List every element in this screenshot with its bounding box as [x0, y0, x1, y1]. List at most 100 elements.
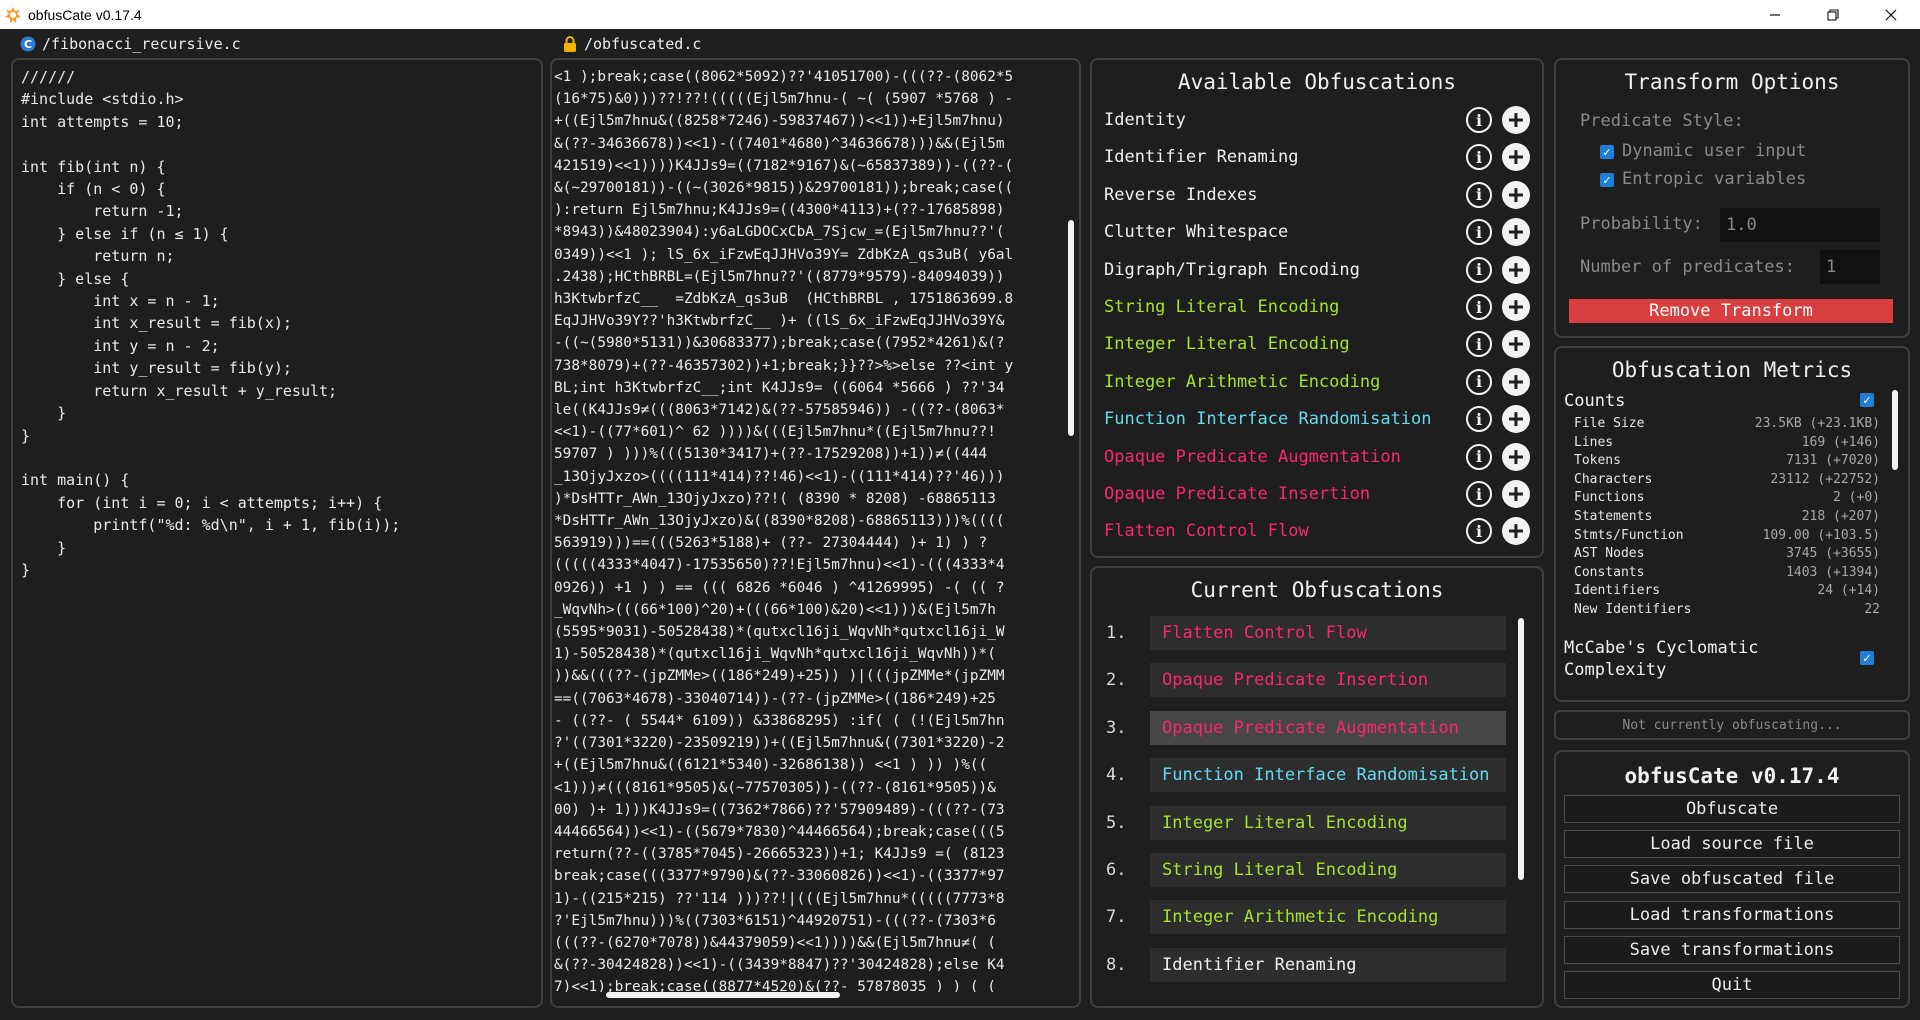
- info-icon[interactable]: i: [1466, 219, 1492, 246]
- lock-icon: [564, 36, 576, 52]
- info-icon[interactable]: i: [1466, 443, 1492, 470]
- available-obfuscation-item: Reverse Indexes i +: [1104, 180, 1530, 210]
- current-obfuscation-item[interactable]: 8. Identifier Renaming: [1106, 947, 1506, 982]
- obfuscate-logo-icon: [5, 6, 21, 23]
- metric-row: Statements 218 (+207): [1574, 509, 1880, 527]
- plus-icon[interactable]: +: [1502, 330, 1530, 359]
- current-vertical-scrollbar[interactable]: [1518, 618, 1524, 880]
- obfuscated-horizontal-scrollbar[interactable]: [606, 992, 840, 998]
- metric-name: Lines: [1574, 434, 1614, 450]
- plus-icon[interactable]: +: [1502, 480, 1530, 508]
- metric-value: 218 (+207): [1801, 509, 1880, 524]
- current-obfuscation-item[interactable]: 5. Integer Literal Encoding: [1106, 805, 1506, 840]
- current-obfuscation-label[interactable]: Integer Arithmetic Encoding: [1150, 900, 1506, 935]
- current-obfuscation-number: 4.: [1106, 765, 1127, 786]
- metric-value: 169 (+146): [1801, 434, 1880, 450]
- current-obfuscation-item[interactable]: 6. String Literal Encoding: [1106, 853, 1506, 887]
- info-icon[interactable]: i: [1466, 331, 1492, 358]
- plus-icon[interactable]: +: [1502, 180, 1530, 209]
- info-icon[interactable]: i: [1466, 107, 1492, 133]
- current-obfuscation-number: 3.: [1106, 717, 1127, 738]
- available-obfuscation-label: Clutter Whitespace: [1104, 222, 1289, 243]
- current-obfuscation-label[interactable]: Integer Literal Encoding: [1150, 805, 1506, 840]
- available-obfuscation-label: Identifier Renaming: [1104, 147, 1299, 168]
- save-transformations-button[interactable]: Save transformations: [1564, 935, 1900, 964]
- metric-value: 2 (+0): [1833, 490, 1880, 506]
- close-button[interactable]: [1862, 0, 1920, 29]
- c-file-icon: C: [20, 36, 36, 52]
- current-obfuscation-label[interactable]: Flatten Control Flow: [1150, 616, 1506, 650]
- load-transformations-button[interactable]: Load transformations: [1564, 900, 1900, 929]
- obfuscation-status: Not currently obfuscating...: [1554, 710, 1910, 740]
- metric-name: File Size: [1574, 416, 1645, 431]
- plus-icon[interactable]: +: [1502, 517, 1530, 546]
- obfuscate-button[interactable]: Obfuscate: [1564, 795, 1900, 823]
- source-code[interactable]: ////// #include <stdio.h> int attempts =…: [21, 66, 535, 1000]
- predicate-style-label: Predicate Style:: [1580, 111, 1744, 131]
- probability-label: Probability:: [1580, 214, 1703, 234]
- quit-button[interactable]: Quit: [1564, 971, 1900, 999]
- metric-row: Functions 2 (+0): [1574, 490, 1880, 508]
- plus-icon[interactable]: +: [1502, 218, 1530, 247]
- save-obfuscated-button[interactable]: Save obfuscated file: [1564, 865, 1900, 894]
- num-predicates-input[interactable]: 1: [1820, 250, 1880, 284]
- metrics-vertical-scrollbar[interactable]: [1892, 390, 1898, 470]
- metric-row: Lines 169 (+146): [1574, 435, 1880, 453]
- current-obfuscation-item[interactable]: 3. Opaque Predicate Augmentation: [1106, 710, 1506, 745]
- obfuscated-code[interactable]: <1 );break;case((8062*5092)??'41051700)-…: [554, 66, 1069, 992]
- entropic-variables-checkbox[interactable]: ✓: [1600, 173, 1614, 187]
- plus-icon[interactable]: +: [1502, 367, 1530, 396]
- current-obfuscation-number: 5.: [1106, 812, 1127, 833]
- info-icon[interactable]: i: [1466, 406, 1492, 433]
- mccabe-checkbox[interactable]: ✓: [1860, 651, 1874, 665]
- info-icon[interactable]: i: [1466, 256, 1492, 283]
- current-obfuscation-item[interactable]: 4. Function Interface Randomisation: [1106, 758, 1506, 793]
- info-icon[interactable]: i: [1466, 294, 1492, 320]
- plus-icon[interactable]: +: [1502, 442, 1530, 471]
- source-code-panel[interactable]: ////// #include <stdio.h> int attempts =…: [11, 58, 543, 1008]
- current-obfuscation-item[interactable]: 7. Integer Arithmetic Encoding: [1106, 900, 1506, 935]
- obfuscated-code-panel[interactable]: <1 );break;case((8062*5092)??'41051700)-…: [550, 58, 1081, 1008]
- current-obfuscation-label[interactable]: Identifier Renaming: [1150, 947, 1506, 982]
- info-icon[interactable]: i: [1466, 518, 1492, 545]
- minimize-button[interactable]: [1746, 0, 1804, 29]
- remove-transform-button[interactable]: Remove Transform: [1569, 299, 1893, 323]
- obfuscated-file-header: /obfuscated.c: [562, 33, 701, 55]
- metric-row: Stmts/Function 109.00 (+103.5): [1574, 528, 1880, 546]
- load-source-button[interactable]: Load source file: [1564, 830, 1900, 859]
- current-obfuscation-item[interactable]: 2. Opaque Predicate Insertion: [1106, 663, 1506, 698]
- obfuscated-vertical-scrollbar[interactable]: [1068, 220, 1074, 436]
- available-obfuscation-label: Function Interface Randomisation: [1104, 409, 1432, 430]
- metric-value: 24 (+14): [1817, 583, 1880, 599]
- metric-row: Constants 1403 (+1394): [1574, 565, 1880, 583]
- available-obfuscation-item: Function Interface Randomisation i +: [1104, 404, 1530, 434]
- current-obfuscation-number: 2.: [1106, 670, 1127, 691]
- probability-input[interactable]: 1.0: [1720, 208, 1880, 242]
- info-icon[interactable]: i: [1466, 144, 1492, 171]
- available-obfuscation-item: Opaque Predicate Augmentation i +: [1104, 442, 1530, 472]
- current-obfuscation-item[interactable]: 1. Flatten Control Flow: [1106, 616, 1506, 650]
- available-obfuscation-item: Flatten Control Flow i +: [1104, 516, 1530, 546]
- metric-value: 22: [1864, 602, 1880, 617]
- plus-icon[interactable]: +: [1502, 405, 1530, 434]
- available-obfuscation-label: Opaque Predicate Insertion: [1104, 484, 1371, 504]
- current-obfuscation-label[interactable]: Function Interface Randomisation: [1150, 758, 1506, 793]
- plus-icon[interactable]: +: [1502, 293, 1530, 321]
- dynamic-input-checkbox[interactable]: ✓: [1600, 145, 1614, 159]
- plus-icon[interactable]: +: [1502, 106, 1530, 134]
- metric-name: Constants: [1574, 564, 1645, 580]
- restore-button[interactable]: [1804, 0, 1862, 29]
- plus-icon[interactable]: +: [1502, 143, 1530, 172]
- info-icon[interactable]: i: [1466, 181, 1492, 208]
- counts-checkbox[interactable]: ✓: [1860, 393, 1874, 407]
- info-icon[interactable]: i: [1466, 481, 1492, 507]
- info-icon[interactable]: i: [1466, 368, 1492, 395]
- plus-icon[interactable]: +: [1502, 255, 1530, 284]
- current-obfuscation-label[interactable]: String Literal Encoding: [1150, 853, 1506, 887]
- metric-name: Identifiers: [1574, 583, 1661, 599]
- current-obfuscation-label[interactable]: Opaque Predicate Insertion: [1150, 663, 1506, 698]
- metric-value: 23.5KB (+23.1KB): [1754, 416, 1880, 431]
- available-obfuscation-item: Identifier Renaming i +: [1104, 142, 1530, 172]
- current-obfuscation-label[interactable]: Opaque Predicate Augmentation: [1150, 710, 1506, 745]
- metric-name: Characters: [1574, 471, 1653, 487]
